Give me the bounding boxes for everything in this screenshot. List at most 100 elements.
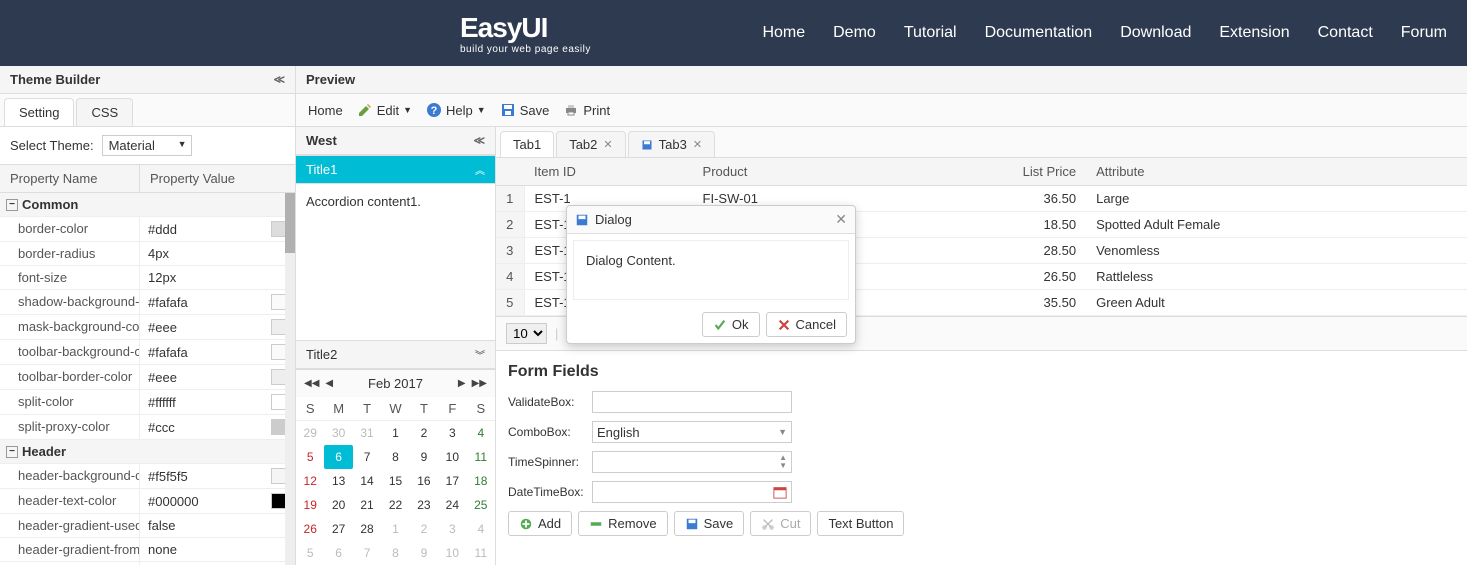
calendar-day[interactable]: 2 [410,421,438,445]
toolbar-help[interactable]: ? Help▼ [426,102,486,118]
save-button[interactable]: Save [674,511,745,536]
property-row[interactable]: header-text-color#000000 [0,489,295,514]
col-product[interactable]: Product [693,158,893,186]
calendar-title[interactable]: Feb 2017 [368,376,423,391]
property-row[interactable]: toolbar-border-color#eee [0,365,295,390]
calendar-day[interactable]: 7 [353,541,381,565]
collapse-west-icon[interactable]: ≪ [473,134,485,147]
group-toggle-icon[interactable]: − [6,446,18,458]
calendar-day[interactable]: 11 [467,445,495,469]
toolbar-home[interactable]: Home [308,103,343,118]
toolbar-print[interactable]: Print [563,102,610,118]
scrollbar-thumb[interactable] [285,193,295,253]
tab-close-icon[interactable]: ✕ [603,138,612,151]
calendar-day[interactable]: 1 [381,517,409,541]
calendar-day[interactable]: 9 [410,445,438,469]
text-button[interactable]: Text Button [817,511,904,536]
tab-css[interactable]: CSS [76,98,133,126]
theme-select[interactable]: Material ▼ [102,135,192,156]
cal-next-year[interactable]: ▶▶ [472,378,487,389]
group-toggle-icon[interactable]: − [6,199,18,211]
property-row[interactable]: header-background-color#f5f5f5 [0,464,295,489]
nav-documentation[interactable]: Documentation [985,24,1093,42]
property-row[interactable]: toolbar-background-color#fafafa [0,340,295,365]
calendar-day[interactable]: 31 [353,421,381,445]
collapse-left-icon[interactable]: ≪ [273,73,285,86]
calendar-day[interactable]: 28 [353,517,381,541]
calendar-day[interactable]: 3 [438,517,466,541]
content-tab[interactable]: Tab1 [500,131,554,157]
calendar-day[interactable]: 22 [381,493,409,517]
property-row[interactable]: font-size12px [0,266,295,290]
remove-button[interactable]: Remove [578,511,667,536]
calendar-day[interactable]: 5 [296,445,324,469]
calendar-day[interactable]: 12 [296,469,324,493]
spinner-arrows-icon[interactable]: ▲▼ [779,454,787,470]
toolbar-edit[interactable]: Edit▼ [357,102,412,118]
nav-tutorial[interactable]: Tutorial [904,24,957,42]
toolbar-save[interactable]: Save [500,102,550,118]
calendar-day[interactable]: 3 [438,421,466,445]
nav-home[interactable]: Home [762,24,805,42]
validatebox-input[interactable] [592,391,792,413]
calendar-day[interactable]: 7 [353,445,381,469]
calendar-day[interactable]: 21 [353,493,381,517]
scrollbar[interactable] [285,193,295,565]
calendar-day[interactable]: 15 [381,469,409,493]
calendar-day[interactable]: 25 [467,493,495,517]
calendar-day[interactable]: 30 [324,421,352,445]
property-row[interactable]: split-proxy-color#ccc [0,415,295,440]
col-attribute[interactable]: Attribute [1086,158,1467,186]
prop-group[interactable]: −Common [0,193,295,217]
calendar-day[interactable]: 4 [467,517,495,541]
calendar-day[interactable]: 24 [438,493,466,517]
calendar-day[interactable]: 26 [296,517,324,541]
calendar-day[interactable]: 9 [410,541,438,565]
property-row[interactable]: shadow-background-color#fafafa [0,290,295,315]
calendar-day[interactable]: 8 [381,541,409,565]
col-listprice[interactable]: List Price [892,158,1086,186]
accordion-title1[interactable]: Title1 ︽ [296,155,495,184]
add-button[interactable]: Add [508,511,572,536]
datetimebox-input[interactable] [592,481,792,503]
calendar-day[interactable]: 13 [324,469,352,493]
property-row[interactable]: border-color#ddd [0,217,295,242]
nav-extension[interactable]: Extension [1219,24,1289,42]
nav-forum[interactable]: Forum [1401,24,1447,42]
property-row[interactable]: border-radius4px [0,242,295,266]
tab-setting[interactable]: Setting [4,98,74,126]
nav-download[interactable]: Download [1120,24,1191,42]
nav-demo[interactable]: Demo [833,24,876,42]
prop-group[interactable]: −Header [0,440,295,464]
calendar-day[interactable]: 16 [410,469,438,493]
calendar-day[interactable]: 11 [467,541,495,565]
cal-prev-year[interactable]: ◀◀ [304,378,319,389]
tab-close-icon[interactable]: ✕ [693,138,702,151]
calendar-day[interactable]: 14 [353,469,381,493]
calendar-day[interactable]: 4 [467,421,495,445]
cal-prev-month[interactable]: ◀ [325,378,333,389]
calendar-day[interactable]: 6 [324,445,352,469]
calendar-day[interactable]: 17 [438,469,466,493]
calendar-day[interactable]: 5 [296,541,324,565]
calendar-day[interactable]: 8 [381,445,409,469]
property-row[interactable]: mask-background-color#eee [0,315,295,340]
cal-next-month[interactable]: ▶ [458,378,466,389]
combobox-input[interactable]: English▼ [592,421,792,443]
calendar-day[interactable]: 27 [324,517,352,541]
accordion-title2[interactable]: Title2 ︾ [296,340,495,369]
calendar-day[interactable]: 18 [467,469,495,493]
calendar-day[interactable]: 29 [296,421,324,445]
calendar-day[interactable]: 10 [438,445,466,469]
calendar-day[interactable]: 2 [410,517,438,541]
property-grid-body[interactable]: −Commonborder-color#dddborder-radius4pxf… [0,193,295,565]
property-row[interactable]: header-gradient-fromnone [0,538,295,562]
cut-button[interactable]: Cut [750,511,811,536]
nav-contact[interactable]: Contact [1318,24,1373,42]
content-tab[interactable]: Tab2✕ [556,131,625,157]
timespinner-input[interactable]: ▲▼ [592,451,792,473]
calendar-day[interactable]: 6 [324,541,352,565]
page-size-select[interactable]: 10 [506,323,547,344]
calendar-day[interactable]: 23 [410,493,438,517]
calendar-day[interactable]: 19 [296,493,324,517]
